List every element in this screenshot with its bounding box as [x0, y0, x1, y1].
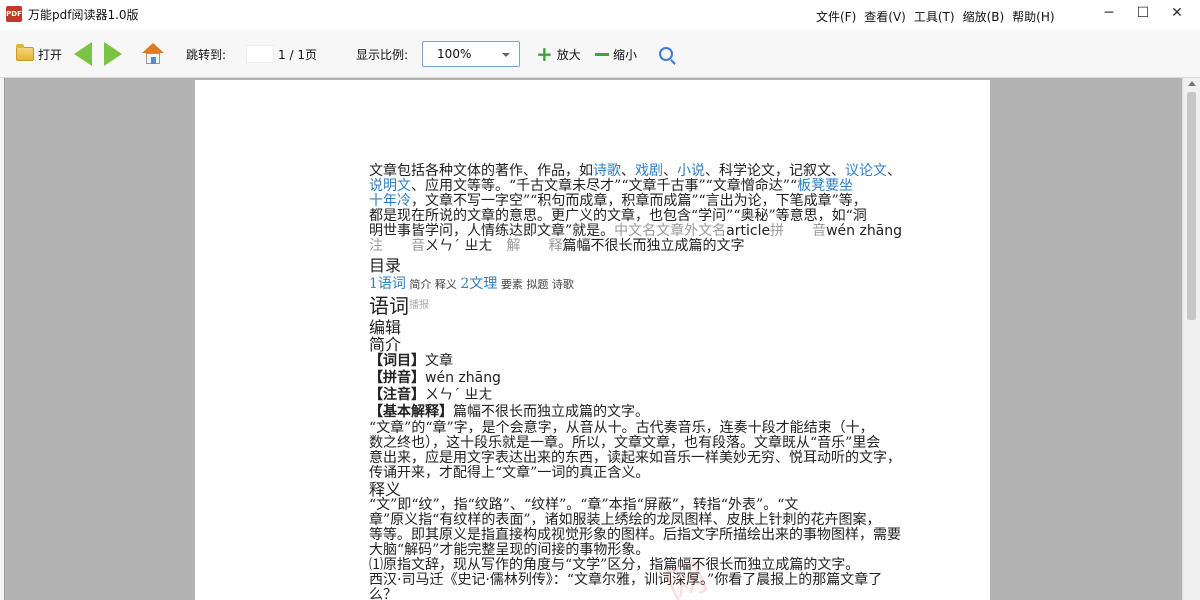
toc-item-1[interactable]: 1语词	[369, 276, 406, 292]
open-label: 打开	[38, 47, 63, 62]
arrow-left-icon	[74, 42, 92, 66]
toc-title: 目录	[369, 256, 402, 275]
intro-heading: 简介	[369, 335, 402, 354]
home-icon	[142, 43, 164, 65]
field-term: 【词目】文章	[369, 353, 453, 369]
toc-item-2b[interactable]: 拟题	[526, 278, 548, 291]
menu-tools[interactable]: 工具(T)	[910, 8, 959, 25]
home-button[interactable]	[142, 30, 164, 78]
jump-to-label: 跳转到:	[186, 47, 227, 62]
document-viewer[interactable]: 文章包括各种文体的著作、作品，如诗歌、戏剧、小说、科学论文，记叙文、议论文、 说…	[4, 78, 1182, 600]
menu-bar: 文件(F) 查看(V) 工具(T) 缩放(B) 帮助(H)	[812, 8, 1059, 25]
intro-line-5: 明世事皆学问，人情练达即文章”就是。中文名文章外文名article拼 音wén …	[369, 223, 903, 239]
link-expository[interactable]: 说明文	[369, 178, 411, 194]
pdf-page: 文章包括各种文体的著作、作品，如诗歌、戏剧、小说、科学论文，记叙文、议论文、 说…	[195, 80, 990, 600]
zoom-value: 100%	[437, 47, 472, 61]
page-content: 文章包括各种文体的著作、作品，如诗歌、戏剧、小说、科学论文，记叙文、议论文、 说…	[369, 164, 981, 600]
scrollbar-thumb[interactable]	[1187, 92, 1196, 320]
menu-zoom[interactable]: 缩放(B)	[959, 8, 1009, 25]
para1-line-1: “文章”的“章”字，是个会意字，从音从十。古代奏音乐，连奏十段才能结束（十，	[369, 420, 874, 436]
toc-item-2c[interactable]: 诗歌	[552, 278, 574, 291]
menu-file[interactable]: 文件(F)	[812, 8, 860, 25]
jump-to-group: 跳转到: 1 / 1页	[186, 30, 317, 78]
next-page-button[interactable]	[104, 30, 122, 78]
page-number-input[interactable]	[246, 45, 275, 63]
minimize-button[interactable]: ─	[1092, 0, 1126, 28]
para2-line-1: “文”即“纹”，指“纹路”、“纹样”。“章”本指“屏蔽”，转指“外表”。“文	[369, 497, 799, 513]
zoom-out-button[interactable]: 缩小	[595, 30, 637, 78]
zoom-in-button[interactable]: + 放大	[536, 30, 581, 78]
close-button[interactable]: ✕	[1160, 0, 1194, 28]
arrow-right-icon	[104, 42, 122, 66]
field-zhuyin: 【注音】ㄨㄣˊ ㄓㄤ	[369, 387, 493, 403]
toc-item-2a[interactable]: 要素	[501, 278, 523, 291]
zoom-in-label: 放大	[556, 47, 581, 62]
toc-item-1a[interactable]: 简介	[409, 278, 431, 291]
link-ten-years[interactable]: 十年冷	[369, 193, 411, 209]
link-drama[interactable]: 戏剧	[635, 163, 663, 179]
folder-open-icon	[16, 44, 34, 61]
chevron-down-icon	[502, 53, 511, 57]
link-bench[interactable]: 板凳要坐	[797, 178, 853, 194]
para2-line-2: 章”原义指“有纹样的表面”，诸如服装上绣绘的龙凤图样、皮肤上针刺的花卉图案，	[369, 512, 881, 528]
plus-icon: +	[536, 42, 553, 66]
page-indicator: 1 / 1页	[278, 47, 317, 62]
field-basic-meaning: 【基本解释】篇幅不很长而独立成篇的文字。	[369, 404, 649, 420]
minus-icon	[595, 52, 609, 56]
window-title: 万能pdf阅读器1.0版	[28, 8, 139, 22]
zoom-label: 显示比例:	[356, 47, 409, 62]
para2-line-3: 等等。即其原义是指直接构成视觉形象的图样。后指文字所描绘出来的事物图样，需要	[369, 527, 901, 543]
link-novel[interactable]: 小说	[677, 163, 705, 179]
scroll-up-icon[interactable]	[1188, 81, 1196, 86]
menu-help[interactable]: 帮助(H)	[1008, 8, 1058, 25]
intro-line-3: 十年冷，文章不写一字空”“积句而成章，积章而成篇”“言出为论，下笔成章”等，	[369, 193, 867, 209]
field-pinyin: 【拼音】wén zhāng	[369, 370, 501, 386]
broadcast-link[interactable]: 播报	[409, 300, 429, 311]
toc-item-2[interactable]: 2文理	[460, 276, 497, 292]
zoom-select[interactable]: 100%	[422, 41, 521, 67]
link-argumentative[interactable]: 议论文	[845, 163, 887, 179]
toc-item-1b[interactable]: 释义	[435, 278, 457, 291]
open-button[interactable]: 打开	[16, 30, 62, 78]
toolbar: 打开 跳转到: 1 / 1页 显示比例: 100% + 放大 缩小	[0, 30, 1200, 78]
pdf-app-icon: PDF	[6, 6, 22, 22]
intro-line-4: 都是现在所说的文章的意思。更广义的文章，也包含“学问”“奥秘”等意思，如“洞	[369, 208, 867, 224]
search-button[interactable]	[659, 30, 673, 78]
intro-line-1: 文章包括各种文体的著作、作品，如诗歌、戏剧、小说、科学论文，记叙文、议论文、	[369, 163, 901, 179]
vertical-scrollbar[interactable]	[1182, 78, 1200, 600]
intro-line-6: 注 音ㄨㄣˊ ㄓㄤ 解 释篇幅不很长而独立成篇的文字	[369, 238, 745, 254]
zoom-out-label: 缩小	[613, 47, 638, 62]
link-poetry[interactable]: 诗歌	[593, 163, 621, 179]
zoom-group: 显示比例: 100%	[356, 30, 521, 78]
para1-line-3: 意出来，应是用文字表达出来的东西，读起来如音乐一样美妙无穷、悦耳动听的文字，	[369, 450, 901, 466]
intro-line-2: 说明文、应用文等等。“千古文章未尽才”“文章千古事”“文章憎命达”“板凳要坐	[369, 178, 854, 194]
prev-page-button[interactable]	[74, 30, 92, 78]
search-icon	[659, 47, 673, 61]
shiyi-heading: 释义	[369, 480, 402, 499]
title-bar: PDF 万能pdf阅读器1.0版 文件(F) 查看(V) 工具(T) 缩放(B)…	[0, 0, 1200, 30]
section-heading: 语词播报	[369, 294, 429, 318]
menu-view[interactable]: 查看(V)	[860, 8, 910, 25]
toc-list: 1语词 简介 释义 2文理 要素 拟题 诗歌	[369, 276, 981, 293]
para1-line-2: 数之终也），这十段乐就是一章。所以，文章文章，也有段落。文章既从“音乐”里会	[369, 435, 881, 451]
para1-line-4: 传诵开来，才配得上“文章”一词的真正含义。	[369, 465, 650, 481]
maximize-button[interactable]: ☐	[1126, 0, 1160, 28]
edit-heading: 编辑	[369, 318, 402, 337]
